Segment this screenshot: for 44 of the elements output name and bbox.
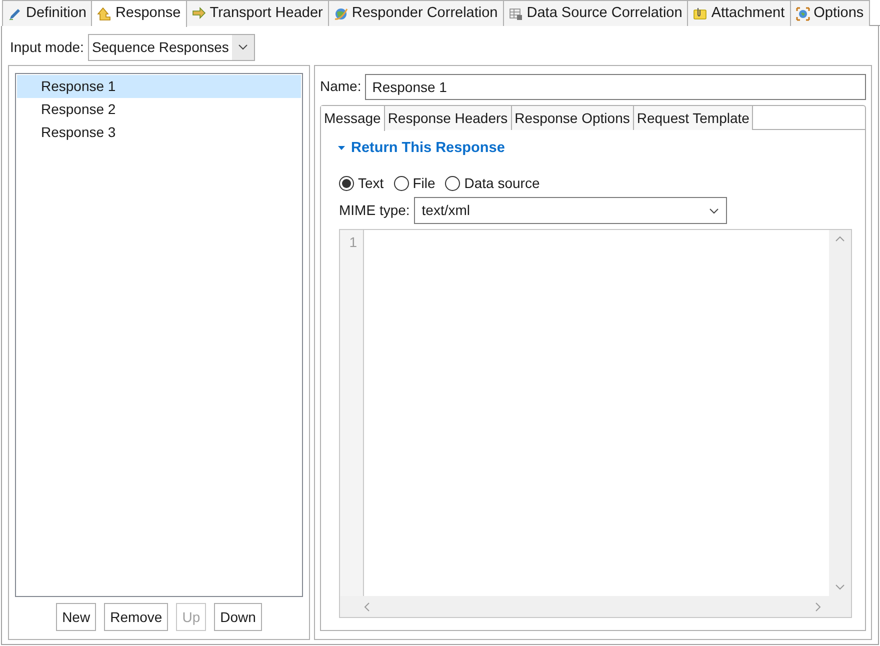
- response-list-item[interactable]: Response 1: [17, 75, 301, 98]
- list-button[interactable]: Remove: [104, 603, 168, 631]
- radio-option[interactable]: Text: [339, 172, 384, 194]
- caret-icon: [338, 146, 345, 152]
- paperclip-icon: [693, 6, 708, 20]
- list-button[interactable]: Down: [214, 603, 262, 631]
- mime-type-dropdown[interactable]: text/xml: [414, 197, 727, 224]
- scroll-up-icon[interactable]: [835, 236, 845, 242]
- name-label: Name:: [320, 77, 362, 96]
- scroll-left-icon[interactable]: [364, 602, 370, 612]
- section-header[interactable]: Return This Response: [334, 138, 852, 160]
- tab[interactable]: Definition: [2, 0, 92, 26]
- tab[interactable]: Response: [92, 0, 187, 27]
- tab[interactable]: Options: [790, 0, 870, 26]
- tab[interactable]: Attachment: [688, 0, 791, 26]
- arrow-icon: [97, 7, 112, 21]
- horizontal-scrollbar[interactable]: [340, 596, 851, 617]
- tab[interactable]: Transport Header: [186, 0, 329, 26]
- name-field[interactable]: Response 1: [365, 74, 866, 100]
- response-list-item[interactable]: Response 2: [17, 98, 301, 121]
- input-mode-label: Input mode:: [10, 38, 84, 57]
- vertical-scrollbar[interactable]: [829, 230, 851, 596]
- radio-option[interactable]: Data source: [445, 172, 540, 194]
- tab[interactable]: Responder Correlation: [328, 0, 504, 26]
- table-icon: [508, 6, 523, 20]
- tab[interactable]: Message: [321, 106, 385, 131]
- globe-icon: [334, 6, 348, 20]
- tab[interactable]: Request Template: [634, 106, 754, 130]
- response-list-item[interactable]: Response 3: [17, 121, 301, 144]
- scroll-right-icon[interactable]: [815, 602, 821, 612]
- radio-option[interactable]: File: [394, 172, 436, 194]
- arrows-icon: [192, 6, 206, 20]
- line-number: 1: [349, 233, 357, 252]
- list-button[interactable]: New: [56, 603, 96, 631]
- chevron-icon: [238, 44, 248, 50]
- tab[interactable]: Response Options: [512, 106, 634, 130]
- pencil-icon: [8, 6, 22, 20]
- mime-type-label: MIME type:: [339, 201, 410, 220]
- chevron-icon: [708, 208, 719, 214]
- globe-icon: [796, 6, 810, 20]
- tab[interactable]: Response Headers: [384, 106, 512, 130]
- input-mode-dropdown[interactable]: Sequence Responses: [88, 34, 255, 60]
- scroll-down-icon[interactable]: [835, 584, 845, 590]
- tab[interactable]: Data Source Correlation: [504, 0, 688, 26]
